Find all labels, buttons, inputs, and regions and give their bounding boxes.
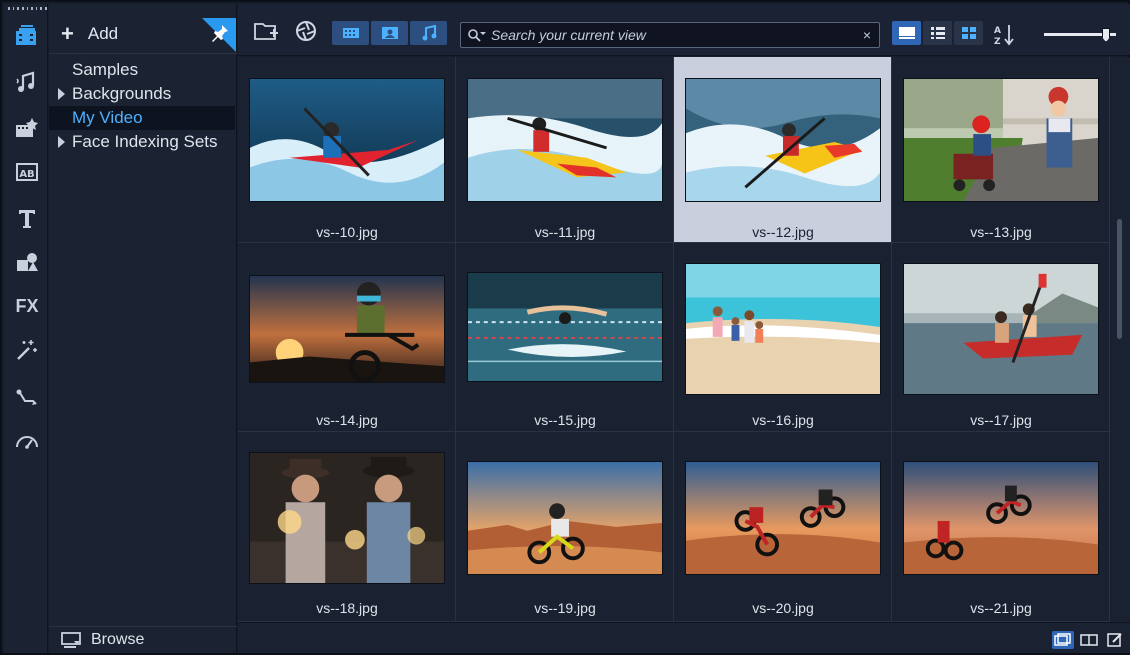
sound-icon[interactable] bbox=[10, 66, 44, 98]
import-folder-icon[interactable] bbox=[252, 18, 280, 44]
speed-icon[interactable] bbox=[10, 426, 44, 458]
view-mode-group bbox=[892, 21, 983, 45]
tree-item-backgrounds[interactable]: Backgrounds bbox=[49, 82, 235, 106]
scrollbar-thumb[interactable] bbox=[1117, 219, 1122, 339]
thumbnail-image bbox=[467, 272, 663, 382]
grid-view-icon[interactable] bbox=[954, 21, 983, 45]
thumbnail-filename: vs--14.jpg bbox=[316, 412, 378, 428]
tree-item-label: Backgrounds bbox=[72, 84, 172, 103]
audio-filter-icon[interactable] bbox=[410, 21, 447, 45]
fx-label: FX bbox=[15, 295, 39, 316]
tree-item-label: Samples bbox=[72, 60, 139, 79]
library-toolbar: × AZ bbox=[238, 4, 1130, 56]
thumbnail-size-slider[interactable] bbox=[1044, 28, 1116, 42]
thumbnail-filename: vs--17.jpg bbox=[970, 412, 1032, 428]
thumbnail-filename: vs--11.jpg bbox=[534, 224, 596, 240]
media-thumbnail-item[interactable]: vs--20.jpg bbox=[674, 432, 892, 622]
path-icon[interactable] bbox=[10, 382, 44, 414]
thumbnail-image bbox=[903, 461, 1099, 575]
add-row: + Add bbox=[49, 12, 237, 54]
tree-item-my-video[interactable]: My Video bbox=[49, 106, 235, 130]
tree-item-face-indexing-sets[interactable]: Face Indexing Sets bbox=[49, 130, 235, 154]
browse-row: Browse bbox=[49, 626, 237, 653]
pin-icon[interactable] bbox=[202, 18, 236, 52]
app-window: AB FX + Add Samples Backgrounds My Video… bbox=[0, 0, 1130, 655]
media-thumbnail-item[interactable]: vs--16.jpg bbox=[674, 243, 892, 432]
svg-text:Z: Z bbox=[994, 37, 1001, 47]
media-thumbnail-item[interactable]: vs--18.jpg bbox=[238, 432, 456, 622]
list-view-icon[interactable] bbox=[923, 21, 952, 45]
media-thumbnail-item[interactable]: vs--11.jpg bbox=[456, 57, 674, 243]
plus-icon: + bbox=[61, 21, 74, 46]
thumbnail-image bbox=[467, 78, 663, 202]
thumbnail-filename: vs--20.jpg bbox=[752, 600, 814, 616]
media-thumbnail-item[interactable]: vs--12.jpg bbox=[674, 57, 892, 243]
thumbnail-filename: vs--18.jpg bbox=[316, 600, 378, 616]
thumbnail-image bbox=[249, 275, 445, 383]
thumbnail-image bbox=[685, 461, 881, 575]
thumbnail-image bbox=[903, 78, 1099, 202]
media-thumbnail-item[interactable]: vs--14.jpg bbox=[238, 243, 456, 432]
thumbnail-filename: vs--21.jpg bbox=[970, 600, 1032, 616]
library-grid: vs--10.jpg vs--11.jpg vs--12.jpg vs--13.… bbox=[238, 57, 1110, 622]
tree-item-label: My Video bbox=[72, 108, 143, 127]
media-thumbnail-item[interactable]: vs--15.jpg bbox=[456, 243, 674, 432]
media-filter-group bbox=[332, 21, 447, 45]
media-thumbnail-item[interactable]: vs--13.jpg bbox=[892, 57, 1110, 243]
video-filter-icon[interactable] bbox=[332, 21, 369, 45]
edit-icon[interactable] bbox=[1104, 631, 1126, 649]
svg-text:A: A bbox=[994, 26, 1001, 36]
title-ab-icon[interactable]: AB bbox=[10, 156, 44, 188]
media-thumbnail-item[interactable]: vs--10.jpg bbox=[238, 57, 456, 243]
slider-thumb[interactable] bbox=[1102, 28, 1110, 42]
sort-icon[interactable]: AZ bbox=[992, 22, 1020, 48]
instant-project-icon[interactable] bbox=[10, 112, 44, 144]
thumbnail-filename: vs--10.jpg bbox=[316, 224, 378, 240]
expand-arrow-icon[interactable] bbox=[58, 136, 65, 148]
clear-search-icon[interactable]: × bbox=[863, 27, 871, 43]
browse-icon bbox=[61, 632, 81, 648]
filter-magic-icon[interactable] bbox=[10, 334, 44, 366]
svg-text:AB: AB bbox=[19, 169, 34, 180]
add-button[interactable]: + Add bbox=[61, 21, 119, 46]
text-icon[interactable] bbox=[10, 202, 44, 234]
thumbnail-filename: vs--19.jpg bbox=[534, 600, 596, 616]
panel-layout-icon[interactable] bbox=[1078, 631, 1100, 649]
media-thumbnail-item[interactable]: vs--21.jpg bbox=[892, 432, 1110, 622]
search-icon[interactable] bbox=[467, 28, 489, 44]
media-thumbnail-item[interactable]: vs--19.jpg bbox=[456, 432, 674, 622]
library-tree-panel: + Add Samples Backgrounds My Video Face … bbox=[49, 4, 237, 653]
thumbnail-image bbox=[903, 263, 1099, 395]
media-thumbnail-item[interactable]: vs--17.jpg bbox=[892, 243, 1110, 432]
thumbnail-filename: vs--12.jpg bbox=[752, 224, 814, 240]
search-box: × bbox=[460, 22, 880, 48]
thumbnail-image bbox=[685, 263, 881, 395]
thumbnail-view-icon[interactable] bbox=[892, 21, 921, 45]
tree-item-label: Face Indexing Sets bbox=[72, 132, 218, 151]
library-footer bbox=[238, 622, 1130, 653]
search-input[interactable] bbox=[491, 25, 851, 45]
capture-icon[interactable] bbox=[292, 18, 320, 44]
graphics-icon[interactable] bbox=[10, 246, 44, 278]
thumbnail-image bbox=[249, 78, 445, 202]
browse-label: Browse bbox=[91, 631, 145, 648]
library-panel-icon[interactable] bbox=[1052, 631, 1074, 649]
thumbnail-image bbox=[467, 461, 663, 575]
media-library-icon[interactable] bbox=[10, 20, 44, 52]
fx-icon[interactable]: FX bbox=[10, 290, 44, 322]
expand-arrow-icon[interactable] bbox=[58, 88, 65, 100]
tool-rail: AB FX bbox=[4, 4, 57, 653]
tree-item-samples[interactable]: Samples bbox=[49, 58, 235, 82]
thumbnail-image bbox=[249, 452, 445, 584]
vertical-scrollbar[interactable] bbox=[1110, 57, 1130, 622]
thumbnail-image bbox=[685, 78, 881, 202]
thumbnail-filename: vs--13.jpg bbox=[970, 224, 1032, 240]
browse-button[interactable]: Browse bbox=[61, 631, 144, 649]
add-label: Add bbox=[87, 24, 119, 43]
thumbnail-filename: vs--15.jpg bbox=[534, 412, 596, 428]
thumbnail-filename: vs--16.jpg bbox=[752, 412, 814, 428]
photo-filter-icon[interactable] bbox=[371, 21, 408, 45]
